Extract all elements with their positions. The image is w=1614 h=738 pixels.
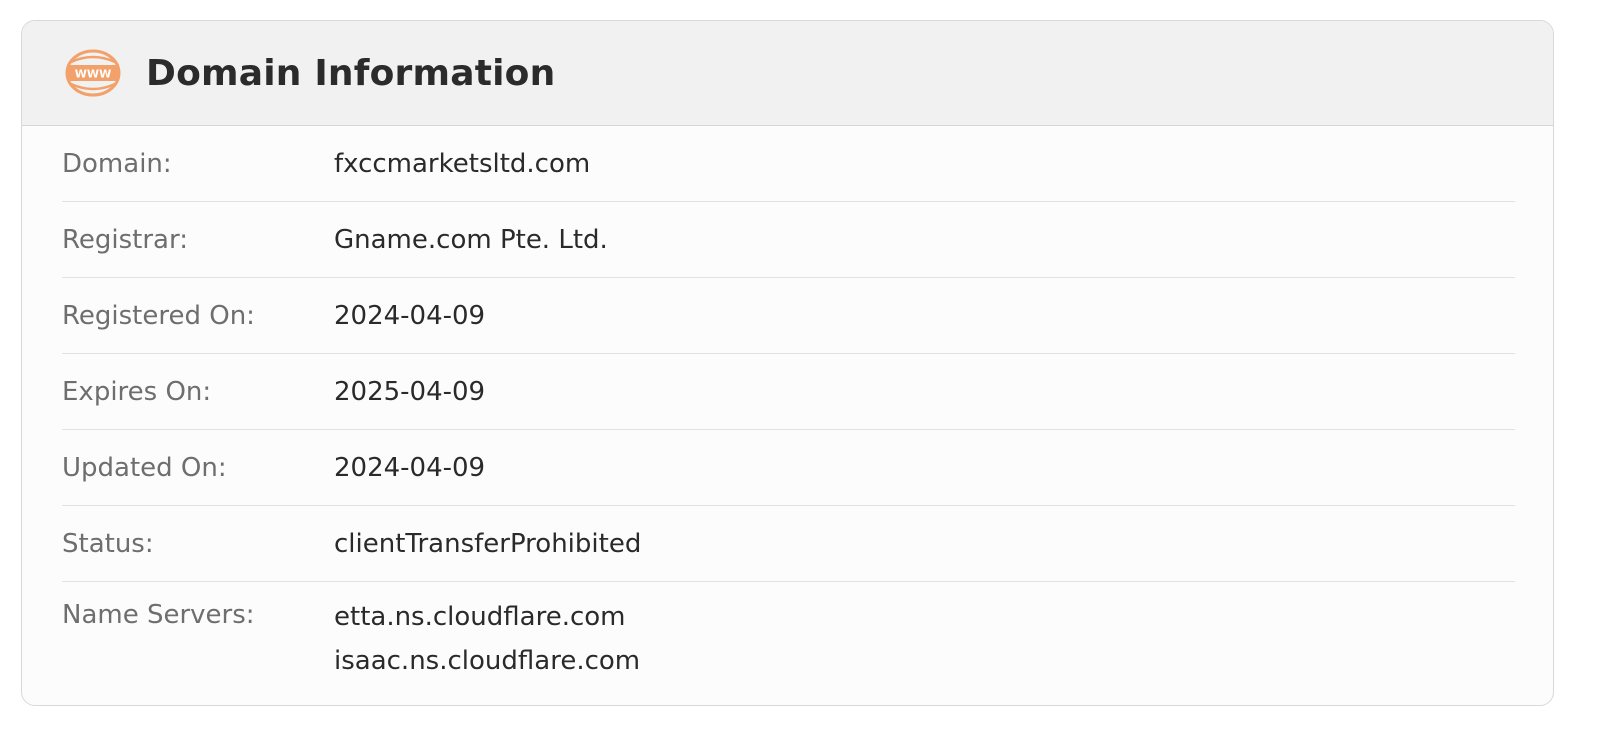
name-server-item: isaac.ns.cloudflare.com — [334, 646, 641, 676]
panel-header: WWW Domain Information — [22, 21, 1553, 126]
name-servers-label: Name Servers: — [62, 600, 255, 630]
status-label: Status: — [62, 528, 154, 559]
status-value: clientTransferProhibited — [334, 528, 642, 559]
panel-title: Domain Information — [146, 52, 556, 94]
row-status: Status: clientTransferProhibited — [62, 506, 1515, 582]
name-servers-list: etta.ns.cloudflare.com isaac.ns.cloudfla… — [334, 595, 640, 683]
registrar-label: Registrar: — [62, 224, 188, 255]
row-expires-on: Expires On: 2025-04-09 — [62, 354, 1515, 430]
www-icon: WWW — [64, 48, 122, 98]
row-registered-on: Registered On: 2024-04-09 — [62, 278, 1515, 354]
domain-information-panel: WWW Domain Information Domain: fxccmarke… — [21, 20, 1554, 706]
registrar-value: Gname.com Pte. Ltd. — [334, 224, 608, 255]
registered-on-value: 2024-04-09 — [334, 300, 486, 331]
domain-value: fxccmarketsltd.com — [334, 148, 591, 179]
svg-text:WWW: WWW — [75, 68, 111, 81]
expires-on-label: Expires On: — [62, 376, 212, 407]
row-updated-on: Updated On: 2024-04-09 — [62, 430, 1515, 506]
domain-info-list: Domain: fxccmarketsltd.com Registrar: Gn… — [62, 126, 1515, 702]
expires-on-value: 2025-04-09 — [334, 376, 486, 407]
name-server-item: etta.ns.cloudflare.com — [334, 602, 626, 632]
registered-on-label: Registered On: — [62, 300, 255, 331]
updated-on-label: Updated On: — [62, 452, 227, 483]
row-registrar: Registrar: Gname.com Pte. Ltd. — [62, 202, 1515, 278]
row-domain: Domain: fxccmarketsltd.com — [62, 126, 1515, 202]
updated-on-value: 2024-04-09 — [334, 452, 486, 483]
domain-label: Domain: — [62, 148, 172, 179]
row-name-servers: Name Servers: etta.ns.cloudflare.com isa… — [62, 582, 1515, 702]
